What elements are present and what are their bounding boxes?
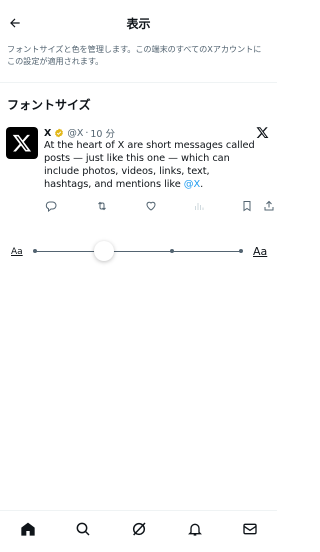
tab-messages[interactable] [241, 520, 259, 538]
verified-badge-icon [55, 128, 64, 138]
tab-search[interactable] [74, 520, 92, 538]
font-size-slider[interactable]: Aa Aa [0, 238, 277, 266]
views-button [192, 199, 206, 213]
reply-icon [45, 201, 57, 212]
slider-tick[interactable] [239, 249, 243, 253]
slider-thumb[interactable] [94, 241, 114, 261]
bookmark-button[interactable] [240, 199, 254, 213]
search-icon [76, 522, 90, 536]
share-button[interactable] [262, 199, 276, 213]
home-icon [21, 522, 35, 536]
bottom-tab-bar [0, 510, 277, 552]
avatar [6, 127, 38, 159]
x-logo-icon [12, 134, 32, 152]
like-button[interactable] [144, 199, 158, 213]
sample-post: X @X · 10 分 At the heart of X are short … [6, 124, 274, 220]
post-author-handle: @X [67, 127, 84, 139]
share-icon [264, 200, 274, 211]
small-font-label: Aa [11, 247, 23, 257]
post-actions [44, 199, 276, 213]
reply-button[interactable] [44, 199, 58, 213]
post-header: X @X · 10 分 [44, 126, 115, 141]
slider-track[interactable] [34, 251, 242, 252]
settings-description: フォントサイズと色を管理します。この端末のすべてのXアカウントにこの設定が適用さ… [7, 44, 262, 66]
page-title: 表示 [126, 17, 151, 31]
tab-grok[interactable] [130, 520, 148, 538]
mail-icon [243, 523, 257, 535]
slider-tick[interactable] [170, 249, 174, 253]
x-logo-icon [256, 127, 269, 139]
post-body: At the heart of X are short messages cal… [44, 140, 255, 190]
post-author-name: X [44, 127, 52, 139]
repost-button[interactable] [95, 199, 109, 213]
bell-icon [188, 523, 202, 536]
post-end: . [200, 179, 204, 190]
repost-icon [98, 201, 106, 211]
post-separator: · [85, 127, 89, 139]
mention-link[interactable]: @X [184, 179, 200, 190]
tab-notifications[interactable] [186, 520, 204, 538]
analytics-icon [195, 203, 204, 210]
font-size-section-title: フォントサイズ [7, 98, 91, 112]
post-time: 10 分 [90, 129, 115, 140]
grok-icon [132, 522, 146, 536]
header: 表示 [0, 0, 277, 48]
slider-tick[interactable] [33, 249, 37, 253]
tab-home[interactable] [19, 520, 37, 538]
post-text: At the heart of X are short messages cal… [44, 139, 259, 191]
divider [0, 82, 277, 83]
large-font-label: Aa [253, 245, 268, 258]
heart-icon [146, 201, 156, 211]
bookmark-icon [243, 201, 251, 212]
